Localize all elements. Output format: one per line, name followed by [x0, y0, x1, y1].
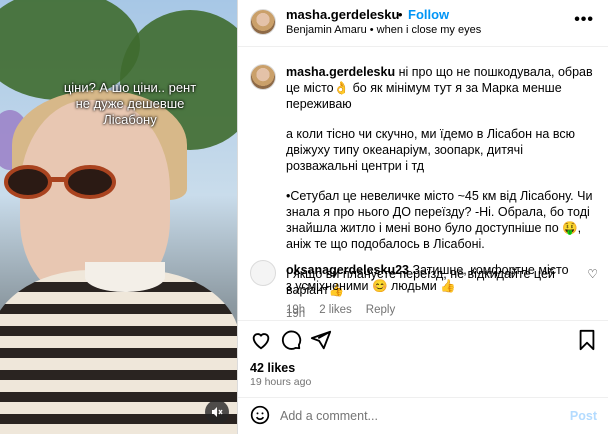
video-caption-line: не дуже дешевше — [75, 96, 185, 111]
action-bar — [238, 320, 608, 360]
post-details-panel: masha.gerdelesku • Follow Benjamin Amaru… — [237, 0, 608, 434]
comment-time[interactable]: 19h — [286, 302, 305, 318]
video-caption: ціни? А шо ціни.. рент не дуже дешевше Л… — [40, 80, 220, 128]
avatar[interactable] — [250, 9, 276, 35]
reply-button[interactable]: Reply — [366, 302, 395, 318]
heart-icon[interactable] — [250, 329, 272, 357]
emoji-icon[interactable] — [250, 405, 270, 431]
speaker-muted-icon[interactable] — [205, 400, 229, 424]
avatar[interactable] — [250, 64, 276, 90]
more-options-icon[interactable]: ••• — [574, 11, 594, 29]
header-separator: • — [398, 7, 403, 22]
follow-button[interactable]: Follow — [408, 7, 449, 22]
add-comment-bar: Post — [238, 397, 608, 434]
avatar[interactable] — [250, 260, 276, 286]
sunglasses — [4, 165, 116, 199]
comment-icon[interactable] — [280, 329, 302, 357]
caption-paragraph: •Сетубал це невеличке місто ~45 км від Л… — [286, 189, 593, 251]
video-caption-line: ціни? А шо ціни.. рент — [63, 80, 197, 95]
shirt-collar — [85, 262, 165, 292]
post-video[interactable]: ціни? А шо ціни.. рент не дуже дешевше Л… — [0, 0, 237, 434]
comment-item: oksanagerdelesku23 Затишне, комфортне мі… — [250, 260, 598, 318]
post-header: masha.gerdelesku • Follow Benjamin Amaru… — [238, 0, 608, 47]
comment-username[interactable]: oksanagerdelesku23 — [286, 263, 409, 277]
bookmark-icon[interactable] — [577, 329, 597, 357]
audio-subtitle[interactable]: Benjamin Amaru • when i close my eyes — [286, 24, 481, 36]
comment-like-icon[interactable]: ♡ — [587, 266, 598, 282]
header-username[interactable]: masha.gerdelesku — [286, 7, 399, 22]
caption-paragraph: а коли тісно чи скучно, ми їдемо в Лісаб… — [286, 127, 575, 173]
likes-count[interactable]: 42 likes — [250, 361, 295, 375]
striped-shirt — [0, 270, 237, 434]
comments-area[interactable]: masha.gerdelesku ні про що не пошкодувал… — [238, 48, 608, 320]
share-icon[interactable] — [310, 329, 332, 357]
caption-username[interactable]: masha.gerdelesku — [286, 65, 395, 79]
post-comment-button[interactable]: Post — [570, 409, 597, 423]
comment-input[interactable] — [280, 406, 560, 426]
comment-likes[interactable]: 2 likes — [319, 302, 352, 318]
video-caption-line: Лісабону — [103, 112, 157, 127]
post-time[interactable]: 19 hours ago — [250, 376, 311, 388]
